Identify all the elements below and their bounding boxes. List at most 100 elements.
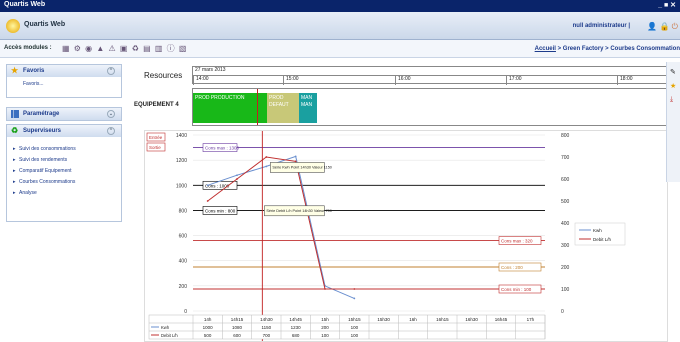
- left-axis-tick: 800: [179, 208, 188, 214]
- favoris-link[interactable]: Favoris...: [23, 81, 115, 87]
- data-point: [206, 200, 209, 202]
- legend-label: Debit L/h: [593, 237, 612, 242]
- superviseurs-header[interactable]: ♻ Superviseurs ⌃: [7, 125, 121, 137]
- x-axis-tick: 15h15: [348, 317, 361, 322]
- breadcrumb-home-link[interactable]: Accueil: [535, 46, 556, 52]
- nav-analyse[interactable]: Analyse: [13, 190, 115, 196]
- nav-suivi-consommations[interactable]: Suivi des consommations: [13, 146, 115, 152]
- x-axis-tick: 14h30: [260, 317, 273, 322]
- data-point: [206, 184, 209, 187]
- favoris-header[interactable]: ★ Favoris ⌃: [7, 65, 121, 77]
- x-axis-tick: 16h: [409, 317, 417, 322]
- table-cell: 600: [233, 333, 241, 338]
- threshold-label: Cons : 200: [501, 265, 523, 270]
- table-cell: 1000: [203, 325, 214, 330]
- app-header: Quartis Web null administrateur | 👤 🔒 ⏻: [0, 12, 680, 40]
- table-cell: 200: [321, 325, 329, 330]
- recycle-icon: ♻: [11, 126, 19, 135]
- consumption-chart: 0 200 400 600 800 1000 1200 1400 0 100 200 300 400 50…: [144, 130, 668, 342]
- threshold-label: Cons max : 320: [501, 239, 533, 244]
- module-icons[interactable]: ▦ ⚙ ◉ ▲ ⚠ ▣ ♻ ▤ ▥ ⓘ ▧: [62, 43, 187, 54]
- superviseurs-title: Superviseurs: [23, 128, 62, 134]
- state-bar-defaut[interactable]: PROD DEFAUT: [267, 93, 299, 123]
- right-axis-tick: 200: [561, 265, 570, 271]
- left-axis-tick: 1000: [176, 183, 187, 189]
- user-actions-icons[interactable]: 👤 🔒 ⏻: [647, 22, 678, 32]
- superviseurs-panel: ♻ Superviseurs ⌃ Suivi des consommations…: [6, 124, 122, 222]
- tick-label: 14:00: [193, 76, 209, 85]
- right-toolbar: ✎ ★ ⤓: [666, 62, 680, 182]
- modules-label: Accès modules :: [4, 45, 52, 51]
- data-point: [324, 288, 326, 290]
- star-icon: ★: [11, 66, 19, 75]
- table-cell: 100: [321, 333, 329, 338]
- table-cell: 500: [204, 333, 212, 338]
- left-axis-tick: 1400: [176, 133, 187, 139]
- favoris-panel: ★ Favoris ⌃ Favoris...: [6, 64, 122, 98]
- io-box-label: Sortie: [149, 145, 161, 150]
- legend-label: Kwh: [593, 228, 602, 233]
- edit-icon[interactable]: ✎: [670, 68, 680, 76]
- table-cell: 100: [351, 325, 359, 330]
- breadcrumb-path: > Green Factory > Courbes Consommation: [555, 46, 680, 52]
- equipment-row: EQUIPEMENT 4 PROD PRODUCTION PROD DEFAUT…: [128, 86, 668, 126]
- window-controls[interactable]: _ ■ ✕: [658, 1, 676, 9]
- collapse-icon[interactable]: ⌃: [107, 67, 115, 75]
- state-bar-man[interactable]: MAN MAN: [299, 93, 317, 123]
- left-axis-tick: 200: [179, 284, 188, 290]
- x-axis-tick: 16h15: [436, 317, 449, 322]
- right-axis-tick: 500: [561, 199, 570, 205]
- nav-comparatif-equipement[interactable]: Comparatif Equipement: [13, 168, 115, 174]
- equipment-label: EQUIPEMENT 4: [134, 102, 179, 108]
- right-axis-tick: 0: [561, 309, 564, 315]
- right-axis-tick: 700: [561, 155, 570, 161]
- x-axis-tick: 16h30: [465, 317, 478, 322]
- main-content: Resources 27 mars 2013 14:00 15:00 16:00…: [128, 62, 668, 342]
- pdf-icon[interactable]: ⤓: [670, 96, 680, 104]
- x-axis-tick: 15h30: [377, 317, 390, 322]
- nav-suivi-rendements[interactable]: Suivi des rendements: [13, 157, 115, 163]
- star-icon[interactable]: ★: [670, 82, 680, 90]
- threshold-label: Cons min : 100: [501, 287, 532, 292]
- breadcrumb: Accueil > Green Factory > Courbes Consom…: [535, 46, 680, 52]
- io-box-label: Entrée: [149, 135, 163, 140]
- table-row-label: Kwh: [161, 325, 170, 330]
- app-logo-icon: [6, 19, 20, 33]
- table-row-label: Debit L/h: [161, 333, 178, 338]
- tooltip-text: Série Debit L/h Point 14h30 Valeur 700: [266, 209, 332, 213]
- state-bar-production[interactable]: PROD PRODUCTION: [193, 93, 267, 123]
- nav-courbes-consommations[interactable]: Courbes Consommations: [13, 179, 115, 185]
- time-scale: 27 mars 2013 14:00 15:00 16:00 17:00 18:…: [192, 66, 668, 85]
- left-axis-tick: 0: [184, 309, 187, 315]
- x-axis-tick: 16h45: [495, 317, 508, 322]
- favoris-title: Favoris: [23, 68, 45, 74]
- table-cell: 700: [263, 333, 271, 338]
- parametrage-header[interactable]: Paramétrage ⌄: [7, 108, 121, 120]
- x-axis-tick: 14h45: [289, 317, 302, 322]
- data-point: [294, 160, 297, 163]
- chart-svg: 0 200 400 600 800 1000 1200 1400 0 100 200 300 400 50…: [146, 131, 626, 341]
- resources-label: Resources: [144, 71, 183, 80]
- data-point: [353, 288, 356, 290]
- data-point: [265, 156, 268, 158]
- x-axis-tick: 15h: [321, 317, 329, 322]
- parametrage-title: Paramétrage: [23, 111, 60, 117]
- left-axis-tick: 400: [179, 259, 188, 265]
- right-axis-tick: 600: [561, 177, 570, 183]
- threshold-label: Cons min : 800: [205, 208, 236, 213]
- expand-icon[interactable]: ⌄: [107, 110, 115, 118]
- window-title-bar: Quartis Web _ ■ ✕: [0, 0, 680, 12]
- right-axis-tick: 400: [561, 221, 570, 227]
- module-toolbar: Accès modules : ▦ ⚙ ◉ ▲ ⚠ ▣ ♻ ▤ ▥ ⓘ ▧ Ac…: [0, 40, 680, 58]
- user-name[interactable]: null administrateur |: [573, 23, 630, 29]
- series-line-debit-l-h: [207, 156, 355, 290]
- equipment-timeline: PROD PRODUCTION PROD DEFAUT MAN MAN: [192, 88, 668, 126]
- collapse-icon[interactable]: ⌃: [107, 127, 115, 135]
- tick-label: 15:00: [283, 76, 299, 85]
- table-cell: 100: [351, 333, 359, 338]
- timeline-date: 27 mars 2013: [195, 67, 226, 73]
- data-point: [265, 165, 268, 168]
- x-axis-tick: 14h: [204, 317, 212, 322]
- tick-label: 17:00: [506, 76, 522, 85]
- threshold-label: Cons max : 1300: [205, 146, 240, 151]
